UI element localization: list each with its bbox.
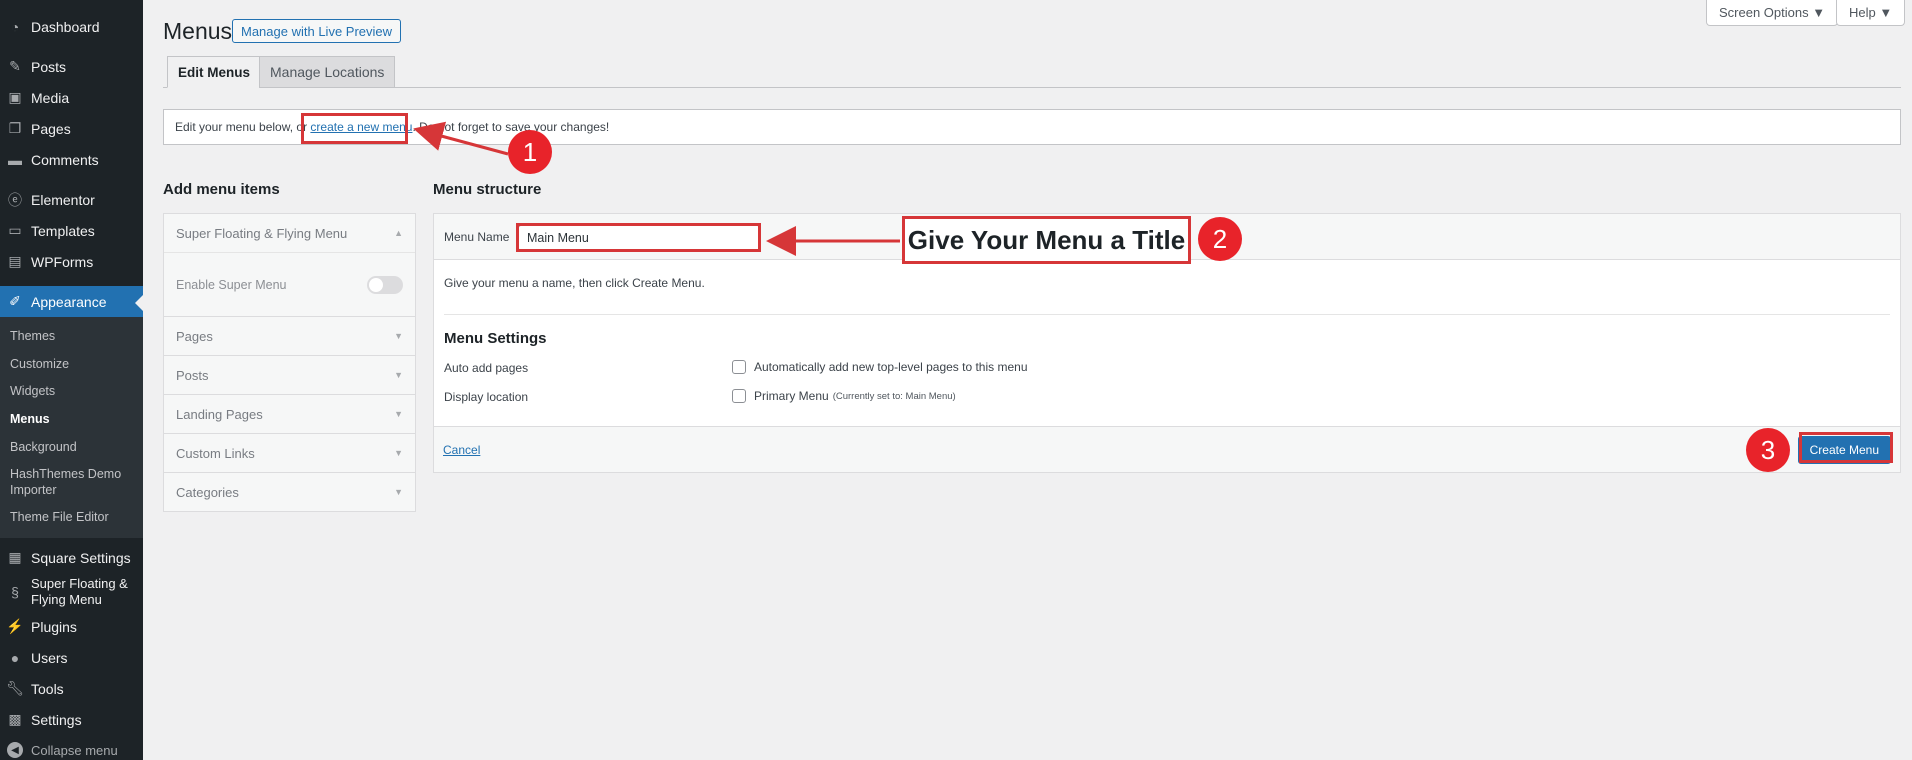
arrow-to-create-link bbox=[413, 121, 509, 156]
annotation-callout: Give Your Menu a Title bbox=[902, 216, 1191, 264]
step-3-badge: 3 bbox=[1746, 428, 1790, 472]
annotation-arrows bbox=[413, 121, 900, 256]
step-2-badge: 2 bbox=[1198, 217, 1242, 261]
step-1-badge: 1 bbox=[508, 130, 552, 174]
